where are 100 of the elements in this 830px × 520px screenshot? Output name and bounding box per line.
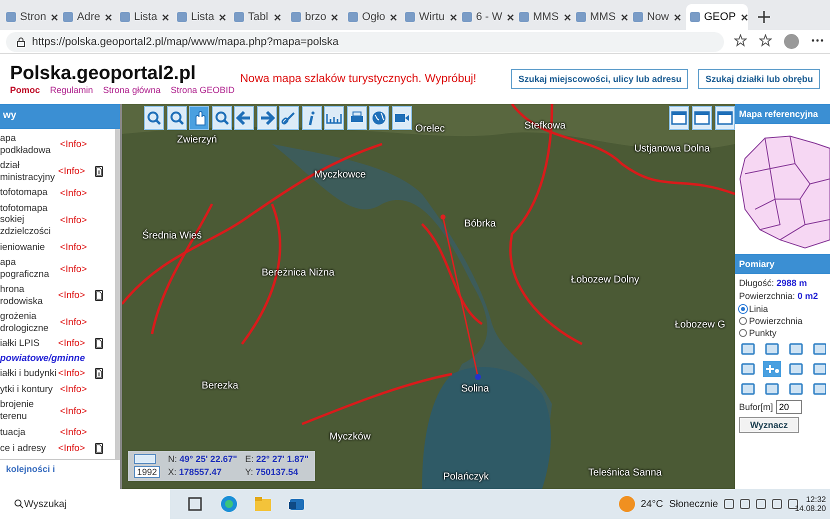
document-info-icon[interactable] bbox=[95, 368, 103, 380]
layer-name[interactable]: grożenia drologiczne bbox=[0, 310, 60, 334]
search-button[interactable]: Szukaj działki lub obrębu bbox=[698, 69, 820, 89]
layer-name[interactable]: tofotomapa bbox=[0, 187, 60, 199]
view-button[interactable] bbox=[669, 106, 689, 130]
browser-tab[interactable]: Lista bbox=[173, 4, 229, 30]
search-button[interactable]: Szukaj miejscowości, ulicy lub adresu bbox=[511, 69, 688, 89]
taskbar-search[interactable]: Wyszukaj bbox=[0, 489, 170, 519]
map-tool-button[interactable] bbox=[324, 106, 344, 130]
address-bar[interactable]: https://polska.geoportal2.pl/map/www/mapa.php?mapa=polska bbox=[6, 32, 724, 52]
browser-tab[interactable]: Wirtu bbox=[401, 4, 457, 30]
map-tool-button[interactable] bbox=[346, 106, 366, 130]
layer-name[interactable]: apa podkładowa bbox=[0, 133, 60, 157]
layer-name[interactable]: iałki i budynki bbox=[0, 368, 58, 380]
close-icon[interactable] bbox=[273, 12, 282, 22]
scale-icon[interactable] bbox=[134, 454, 156, 464]
place-label: Berezka bbox=[202, 380, 238, 392]
nav-link[interactable]: Regulamin bbox=[50, 85, 94, 95]
info-link[interactable]: <Info> bbox=[58, 166, 95, 178]
nav-link[interactable]: Pomoc bbox=[10, 85, 40, 95]
info-link[interactable]: <Info> bbox=[60, 214, 98, 226]
close-icon[interactable] bbox=[161, 12, 170, 22]
x-coordinate: X: 178557.47 bbox=[168, 467, 223, 477]
info-link[interactable]: <Info> bbox=[58, 338, 95, 350]
browser-tab[interactable]: Adre bbox=[59, 4, 115, 30]
radio-option[interactable]: Punkty bbox=[739, 328, 777, 338]
info-link[interactable]: <Info> bbox=[60, 188, 98, 198]
layer-name[interactable]: ytki i kontury bbox=[0, 384, 60, 396]
info-link[interactable]: <Info> bbox=[58, 368, 95, 380]
layer-name[interactable]: tuacja bbox=[0, 426, 60, 439]
map-tool-button[interactable] bbox=[166, 106, 186, 130]
browser-tab[interactable]: MMS bbox=[572, 4, 628, 30]
star-icon[interactable] bbox=[734, 34, 747, 47]
info-link[interactable]: <Info> bbox=[60, 427, 98, 438]
map-tool-button[interactable] bbox=[189, 106, 209, 130]
plus-icon[interactable] bbox=[757, 10, 771, 24]
nav-link[interactable]: Strona GEOBID bbox=[170, 85, 235, 95]
info-link[interactable]: <Info> bbox=[60, 406, 98, 417]
zoom-in-icon bbox=[214, 110, 230, 126]
layer-name[interactable]: ce i adresy bbox=[0, 442, 58, 455]
place-label: Ustjanowa Dolna bbox=[634, 144, 710, 154]
nav-link[interactable]: Strona główna bbox=[103, 85, 161, 95]
info-link[interactable]: <Info> bbox=[58, 443, 95, 454]
info-link[interactable]: <Info> bbox=[60, 264, 98, 274]
browser-tab[interactable]: 6 - W bbox=[458, 4, 514, 30]
browser-tab[interactable]: Stron bbox=[2, 4, 58, 30]
radio-option[interactable]: Linia bbox=[739, 304, 768, 314]
browser-tab[interactable]: Now bbox=[629, 4, 685, 30]
info-link[interactable]: <Info> bbox=[60, 317, 98, 328]
browser-tab[interactable]: Lista bbox=[116, 4, 172, 30]
browser-icon[interactable] bbox=[220, 495, 238, 513]
close-icon[interactable] bbox=[448, 12, 457, 22]
radio-option[interactable]: Powierzchnia bbox=[739, 316, 803, 326]
map-tool-button[interactable] bbox=[256, 106, 276, 130]
map-tool-button[interactable] bbox=[234, 106, 254, 130]
document-info-icon[interactable] bbox=[95, 166, 103, 178]
close-icon[interactable] bbox=[740, 12, 748, 22]
close-icon[interactable] bbox=[218, 12, 228, 22]
task-view-icon[interactable] bbox=[186, 495, 204, 513]
search-icon bbox=[14, 499, 24, 509]
info-link[interactable]: <Info> bbox=[60, 242, 98, 254]
map-tool-button[interactable] bbox=[302, 106, 322, 130]
browser-tab[interactable]: brzo bbox=[287, 4, 343, 30]
place-label: Myczkowce bbox=[314, 170, 366, 180]
compute-button[interactable]: Wyznacz bbox=[739, 417, 799, 433]
browser-tab[interactable]: GEOP bbox=[686, 4, 748, 30]
map-tool-button[interactable] bbox=[212, 106, 232, 130]
close-icon[interactable] bbox=[562, 12, 571, 22]
add-point-icon[interactable] bbox=[763, 361, 781, 377]
close-icon[interactable] bbox=[673, 12, 682, 22]
site-logo[interactable]: Polska.geoportal2.pl bbox=[10, 63, 230, 85]
close-icon[interactable] bbox=[50, 12, 58, 22]
info-link[interactable]: <Info> bbox=[60, 139, 98, 150]
map-tool-button[interactable] bbox=[279, 106, 299, 130]
close-icon[interactable] bbox=[506, 12, 514, 22]
close-icon[interactable] bbox=[104, 12, 114, 22]
profile-avatar[interactable] bbox=[784, 34, 799, 49]
browser-tab[interactable]: Tabl bbox=[230, 4, 286, 30]
place-label: Myczków bbox=[329, 432, 371, 442]
layer-name[interactable]: dział ministracyjny bbox=[0, 160, 58, 184]
close-icon[interactable] bbox=[330, 12, 340, 22]
view-button[interactable] bbox=[692, 106, 712, 130]
map-tool-button[interactable] bbox=[392, 106, 412, 130]
map-tool-button[interactable] bbox=[369, 106, 389, 130]
close-icon[interactable] bbox=[389, 12, 398, 22]
view-button[interactable] bbox=[715, 106, 735, 130]
layer-name[interactable]: ieniowanie bbox=[0, 242, 60, 254]
close-icon[interactable] bbox=[620, 12, 628, 22]
layer-name[interactable]: brojenie terenu bbox=[0, 399, 60, 424]
buffer-field[interactable]: 20 bbox=[776, 400, 802, 414]
browser-tab[interactable]: MMS bbox=[515, 4, 571, 30]
info-link[interactable]: <Info> bbox=[60, 384, 98, 396]
satellite-map-drawing[interactable] bbox=[122, 104, 735, 489]
info-link[interactable]: <Info> bbox=[58, 290, 95, 302]
year-button[interactable]: 1992 bbox=[134, 466, 160, 478]
map-tool-button[interactable] bbox=[144, 106, 164, 130]
layer-name[interactable]: tofotomapa sokiej zdzielczości bbox=[0, 202, 60, 238]
browser-tab[interactable]: Ogło bbox=[344, 4, 400, 30]
layer-name[interactable]: iałki LPIS bbox=[0, 338, 58, 350]
favorites-icon[interactable] bbox=[759, 34, 772, 47]
